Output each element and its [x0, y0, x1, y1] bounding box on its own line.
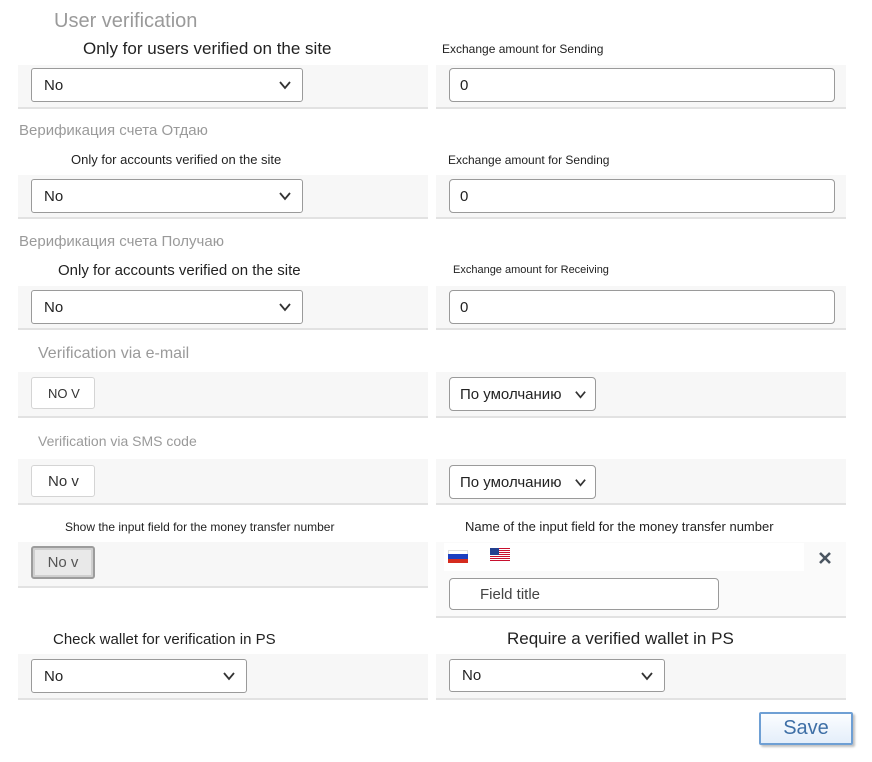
- save-button[interactable]: Save: [759, 712, 853, 745]
- require-verified-wallet-select[interactable]: No: [449, 659, 665, 692]
- accounts-verified-send-select[interactable]: No: [31, 179, 303, 213]
- section-title-account-send: Верификация счета Отдаю: [19, 122, 208, 139]
- accounts-verified-send-value: No: [44, 187, 64, 205]
- users-verified-select[interactable]: No: [31, 68, 303, 102]
- sms-verification-select[interactable]: No v: [31, 465, 95, 497]
- exchange-amount-receiving-input[interactable]: 0: [449, 290, 835, 324]
- sms-mode-select[interactable]: По умолчанию: [449, 465, 596, 499]
- require-verified-wallet-label: Require a verified wallet in PS: [507, 629, 734, 648]
- section-title-user-verification: User verification: [54, 10, 198, 32]
- chevron-down-icon: [575, 391, 586, 399]
- close-icon[interactable]: [818, 551, 832, 565]
- section-title-sms-verification: Verification via SMS code: [38, 433, 197, 449]
- field-title-input[interactable]: Field title: [449, 578, 719, 610]
- show-transfer-field-label: Show the input field for the money trans…: [65, 520, 335, 534]
- email-mode-value: По умолчанию: [460, 385, 562, 403]
- chevron-down-icon: [279, 303, 291, 312]
- ru-flag-icon[interactable]: [448, 550, 468, 563]
- exchange-amount-sending-input[interactable]: 0: [449, 68, 835, 102]
- email-verification-select[interactable]: NO V: [31, 377, 95, 409]
- accounts-verified-send-label: Only for accounts verified on the site: [71, 152, 282, 167]
- check-wallet-label: Check wallet for verification in PS: [53, 631, 276, 648]
- check-wallet-select[interactable]: No: [31, 659, 247, 693]
- check-wallet-value: No: [44, 667, 64, 685]
- chevron-down-icon: [641, 671, 653, 680]
- exchange-amount-receiving-label: Exchange amount for Receiving: [453, 264, 609, 276]
- exchange-amount-sending-label-2: Exchange amount for Sending: [448, 153, 610, 167]
- sms-mode-value: По умолчанию: [460, 473, 562, 491]
- exchange-amount-sending-input-2[interactable]: 0: [449, 179, 835, 213]
- exchange-amount-sending-value: 0: [460, 76, 469, 94]
- show-transfer-field-value: No v: [47, 554, 79, 571]
- section-title-account-receive: Верификация счета Получаю: [19, 233, 224, 250]
- chevron-down-icon: [223, 672, 235, 681]
- chevron-down-icon: [279, 192, 291, 201]
- accounts-verified-receive-value: No: [44, 298, 64, 316]
- accounts-verified-receive-label: Only for accounts verified on the site: [58, 262, 301, 279]
- exchange-amount-sending-label: Exchange amount for Sending: [442, 42, 604, 56]
- us-flag-icon[interactable]: [490, 548, 510, 561]
- exchange-amount-receiving-value: 0: [460, 298, 469, 316]
- chevron-down-icon: [279, 81, 291, 90]
- accounts-verified-receive-select[interactable]: No: [31, 290, 303, 324]
- users-verified-label: Only for users verified on the site: [83, 39, 332, 58]
- chevron-down-icon: [575, 479, 586, 487]
- exchange-amount-sending-value-2: 0: [460, 187, 469, 205]
- email-verification-value: NO V: [48, 385, 80, 401]
- users-verified-value: No: [44, 76, 64, 94]
- section-title-email-verification: Verification via e-mail: [38, 345, 190, 362]
- transfer-field-name-label: Name of the input field for the money tr…: [465, 519, 774, 534]
- sms-verification-value: No v: [48, 472, 79, 490]
- show-transfer-field-select[interactable]: No v: [31, 546, 95, 579]
- require-verified-wallet-value: No: [462, 667, 482, 684]
- email-mode-select[interactable]: По умолчанию: [449, 377, 596, 411]
- field-title-placeholder: Field title: [480, 585, 541, 603]
